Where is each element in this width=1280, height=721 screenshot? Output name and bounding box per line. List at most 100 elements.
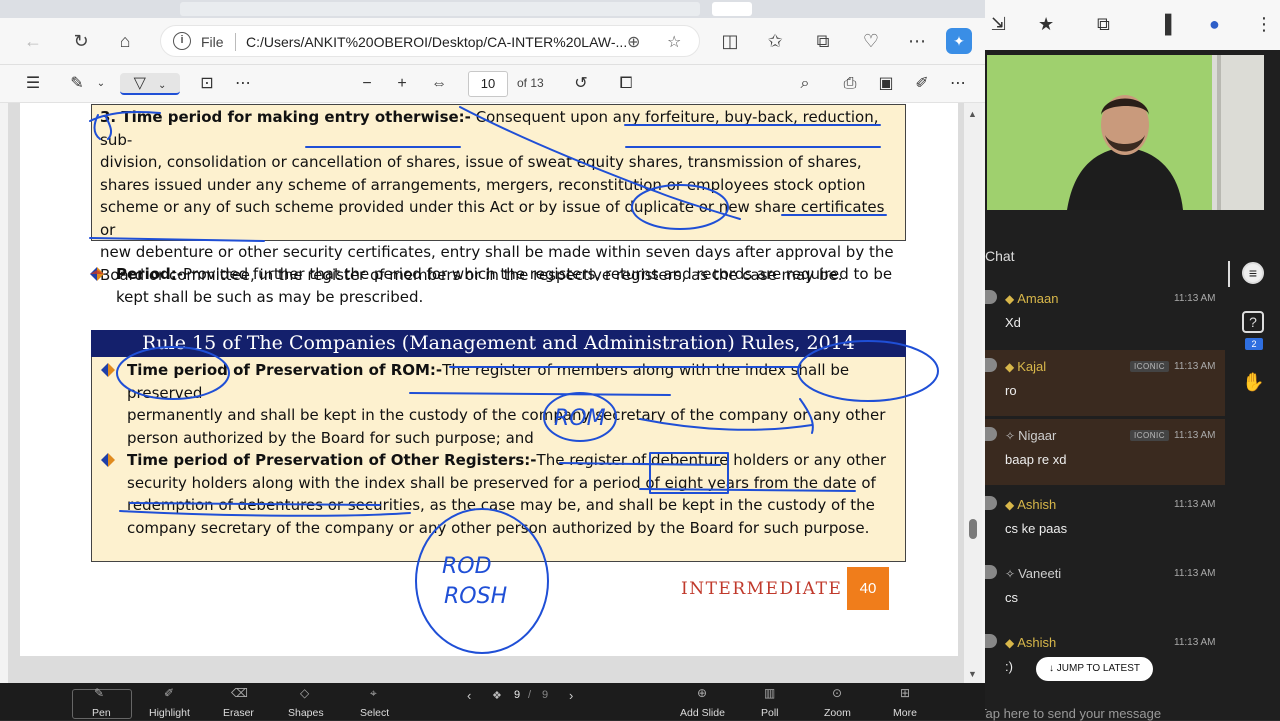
collections-icon[interactable]: ⧉	[810, 28, 836, 54]
fit-page-icon[interactable]: ⇔	[428, 73, 450, 95]
home-icon[interactable]: ⌂	[112, 28, 138, 54]
diamond-icon: ◆	[1005, 292, 1015, 306]
reload-icon[interactable]: ↻	[68, 28, 94, 54]
chevron-down-icon[interactable]: ⌄	[94, 73, 108, 95]
raise-hand-icon[interactable]: ✋	[1242, 373, 1264, 395]
avatar	[985, 496, 997, 510]
extensions-icon[interactable]: ⧉	[1097, 14, 1110, 35]
zoom-tool-icon[interactable]: ⊙	[832, 686, 842, 700]
favorite-star-icon[interactable]: ☆	[667, 32, 681, 52]
chat-text: cs ke paas	[1005, 521, 1068, 536]
slide-total: 9	[542, 689, 549, 701]
favorites-icon[interactable]: ✩	[762, 28, 788, 54]
select-tool-button[interactable]: Select	[360, 707, 389, 719]
info-icon[interactable]: i	[173, 32, 191, 50]
page-total-label: of 13	[517, 76, 544, 90]
section3-line: division, consolidation or cancellation …	[100, 153, 862, 171]
settings-more-icon[interactable]: ⋯	[947, 73, 969, 95]
chat-input[interactable]: Tap here to send your message	[979, 706, 1161, 721]
poll-icon[interactable]: ▥	[764, 686, 775, 700]
scroll-up-icon[interactable]: ▲	[968, 109, 977, 119]
profile-icon[interactable]: ●	[1209, 14, 1220, 35]
previous-slide-icon[interactable]: ‹	[467, 688, 471, 703]
sparkle-icon: ✧	[1005, 429, 1016, 443]
highlight-pen-icon[interactable]: ✎	[66, 73, 88, 95]
period-text: Period:-Provided further that the period…	[116, 263, 906, 308]
chat-icon[interactable]: ≡	[1242, 262, 1264, 284]
active-tab[interactable]	[712, 2, 752, 16]
chat-message: ✧ Nigaar ICONIC 11:13 AM baap re xd	[985, 419, 1225, 485]
highlight-icon[interactable]: ✐	[164, 686, 174, 700]
chat-author: ✧ Vaneeti	[1005, 566, 1061, 581]
more-menu-icon[interactable]: ⋯	[904, 28, 930, 54]
zoom-button[interactable]: Zoom	[824, 707, 851, 719]
layers-icon: ❖	[492, 690, 502, 702]
more-tools-icon[interactable]: ⊞	[900, 686, 910, 700]
add-slide-icon[interactable]: ⊕	[697, 686, 707, 700]
browser-window: ← ↻ ⌂ i File C:/Users/ANKIT%20OBEROI/Des…	[0, 0, 985, 690]
other-line: The register of debenture holders or any…	[536, 451, 887, 469]
slide-current: 9	[514, 689, 521, 701]
save-icon[interactable]: ▣	[875, 73, 897, 95]
rotate-icon[interactable]: ↺	[570, 73, 592, 95]
diamond-icon: ◆	[1005, 360, 1015, 374]
print-icon[interactable]: ⎙	[839, 73, 861, 95]
poll-button[interactable]: Poll	[761, 707, 779, 719]
scroll-down-icon[interactable]: ▼	[968, 669, 977, 679]
jump-to-latest-button[interactable]: ↓ JUMP TO LATEST	[1036, 657, 1153, 681]
tab-strip	[0, 0, 985, 18]
browser-menu-icon[interactable]: ⋮	[1255, 14, 1273, 35]
sidebar-icon[interactable]: ▌	[1165, 14, 1178, 35]
split-screen-icon[interactable]: ◫	[717, 28, 743, 54]
period-line: kept shall be such as may be prescribed.	[116, 287, 424, 306]
url-text[interactable]: C:/Users/ANKIT%20OBEROI/Desktop/CA-INTER…	[246, 34, 627, 50]
next-slide-icon[interactable]: ›	[569, 688, 573, 703]
active-indicator	[1228, 261, 1230, 287]
other-line: company secretary of the company or any …	[127, 518, 870, 537]
url-box[interactable]: i File C:/Users/ANKIT%20OBEROI/Desktop/C…	[160, 25, 700, 57]
search-icon[interactable]: ⌕	[794, 73, 816, 95]
back-arrow-icon[interactable]: ←	[20, 28, 46, 54]
zoom-icon[interactable]: ⊕	[627, 32, 640, 52]
more-tools-icon[interactable]: ⋯	[232, 73, 254, 95]
rom-text: Time period of Preservation of ROM:-The …	[127, 359, 907, 449]
read-aloud-icon[interactable]: ⇲	[991, 14, 1006, 35]
sparkle-icon: ✧	[1005, 567, 1016, 581]
save-as-icon[interactable]: ✐	[911, 73, 933, 95]
other-registers-label: Time period of Preservation of Other Reg…	[127, 451, 537, 469]
pen-tool-button[interactable]: Pen	[92, 707, 111, 719]
eraser-tool-button[interactable]: Eraser	[223, 707, 254, 719]
select-icon[interactable]: ⌖	[370, 686, 377, 701]
page-number-input[interactable]: 10	[468, 71, 508, 97]
url-scheme-label: File	[201, 34, 224, 50]
shapes-icon[interactable]: ◇	[300, 686, 309, 700]
eraser-icon[interactable]: ⌫	[231, 686, 248, 700]
browser-essentials-icon[interactable]: ♡	[858, 28, 884, 54]
diamond-icon: ◆	[1005, 636, 1015, 650]
zoom-out-icon[interactable]: −	[356, 73, 378, 95]
slide-separator: /	[528, 689, 532, 701]
more-button[interactable]: More	[893, 707, 917, 719]
chat-time: 11:13 AM	[1174, 361, 1216, 372]
tab-group[interactable]	[180, 2, 700, 16]
draw-tool-button[interactable]: ▽ ⌄	[120, 73, 180, 95]
chat-message: ◆ Kajal ICONIC 11:13 AM ro	[985, 350, 1225, 416]
contents-icon[interactable]: ☰	[22, 73, 44, 95]
vertical-scrollbar[interactable]: ▲ ▼	[964, 103, 982, 683]
highlight-tool-button[interactable]: Highlight	[149, 707, 190, 719]
scroll-thumb[interactable]	[969, 519, 977, 539]
page-view-icon[interactable]: ⧠	[615, 73, 637, 95]
add-slide-button[interactable]: Add Slide	[680, 707, 725, 719]
instructor-video	[987, 55, 1264, 210]
chat-author-name: Kajal	[1017, 359, 1047, 374]
zoom-in-icon[interactable]: +	[391, 73, 413, 95]
question-icon[interactable]: ?	[1242, 311, 1264, 333]
text-box-icon[interactable]: ⊡	[196, 73, 218, 95]
url-separator	[235, 33, 236, 51]
shapes-tool-button[interactable]: Shapes	[288, 707, 324, 719]
favorite-star-icon[interactable]: ★	[1038, 14, 1054, 35]
copilot-icon[interactable]: ✦	[946, 28, 972, 54]
pen-icon[interactable]: ✎	[94, 686, 104, 700]
chat-time: 11:13 AM	[1174, 568, 1216, 579]
chat-text: ro	[1005, 383, 1017, 398]
